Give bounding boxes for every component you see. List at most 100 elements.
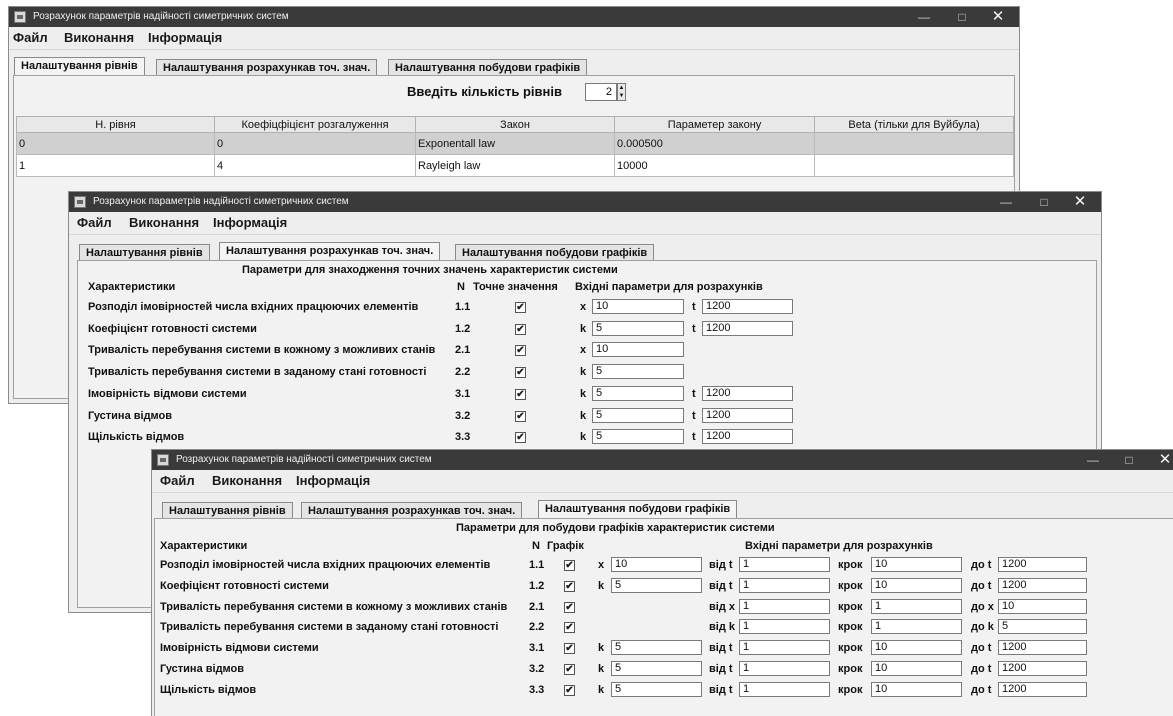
title-bar[interactable]: Розрахунок параметрів надійності симетри… (9, 7, 1019, 27)
from-input[interactable]: 1 (739, 598, 830, 614)
step-input[interactable]: 10 (871, 681, 962, 697)
graph-checkbox[interactable]: ✔ (564, 560, 575, 571)
to-input[interactable]: 1200 (998, 661, 1087, 676)
exact-checkbox[interactable]: ✔ (515, 367, 526, 379)
graph-checkbox[interactable]: ✔ (564, 622, 575, 634)
time-input[interactable]: 1200 (702, 320, 793, 336)
table-cell[interactable]: Rayleigh law (415, 154, 615, 177)
column-header[interactable]: Н. рівня (16, 116, 215, 133)
menu-file[interactable]: Файл (13, 30, 48, 45)
menu-run[interactable]: Виконання (129, 215, 199, 230)
to-input[interactable]: 1200 (998, 577, 1087, 593)
minimize-button[interactable]: — (907, 7, 941, 27)
table-cell[interactable]: 1 (16, 154, 215, 177)
param-input[interactable]: 5 (592, 407, 684, 423)
param-input[interactable]: 5 (611, 640, 702, 656)
column-header[interactable]: Параметер закону (614, 116, 815, 133)
graph-checkbox[interactable]: ✔ (564, 664, 575, 675)
param-input[interactable]: 5 (592, 320, 684, 336)
menu-info[interactable]: Інформація (148, 30, 222, 45)
maximize-button[interactable]: □ (945, 7, 979, 27)
exact-checkbox[interactable]: ✔ (515, 302, 526, 313)
tab-levels[interactable]: Налаштування рівнів (162, 502, 293, 519)
tab-levels[interactable]: Налаштування рівнів (14, 57, 145, 76)
tab-exact[interactable]: Налаштування розрахункав точ. знач. (156, 59, 378, 76)
table-cell[interactable]: 0.000500 (614, 132, 815, 155)
from-input[interactable]: 1 (739, 661, 830, 676)
menu-file[interactable]: Файл (77, 215, 112, 230)
column-header[interactable]: Закон (415, 116, 615, 133)
table-row[interactable]: 1 4 Rayleigh law 10000 (16, 154, 1014, 177)
tab-graphs[interactable]: Налаштування побудови графіків (538, 500, 738, 519)
menu-run[interactable]: Виконання (212, 473, 282, 488)
tab-graphs[interactable]: Налаштування побудови графіків (455, 244, 655, 261)
tab-exact[interactable]: Налаштування розрахункав точ. знач. (301, 502, 523, 519)
time-input[interactable]: 1200 (702, 429, 793, 445)
table-cell[interactable]: 4 (214, 154, 416, 177)
param-input[interactable]: 5 (611, 577, 702, 593)
from-input[interactable]: 1 (739, 681, 830, 697)
close-button[interactable]: ✕ (1148, 450, 1173, 470)
from-input[interactable]: 1 (739, 577, 830, 593)
param-input[interactable]: 10 (611, 557, 702, 572)
exact-checkbox[interactable]: ✔ (515, 432, 526, 444)
table-cell[interactable]: 0 (16, 132, 215, 155)
to-input[interactable]: 1200 (998, 681, 1087, 697)
step-input[interactable]: 10 (871, 640, 962, 656)
table-cell[interactable]: Exponentall law (415, 132, 615, 155)
table-cell[interactable] (814, 132, 1014, 155)
close-button[interactable]: ✕ (981, 7, 1015, 27)
to-input[interactable]: 1200 (998, 557, 1087, 572)
param-input[interactable]: 5 (611, 661, 702, 676)
tab-exact[interactable]: Налаштування розрахункав точ. знач. (219, 242, 441, 261)
to-input[interactable]: 1200 (998, 640, 1087, 656)
exact-checkbox[interactable]: ✔ (515, 323, 526, 335)
maximize-button[interactable]: □ (1112, 450, 1146, 470)
close-button[interactable]: ✕ (1063, 192, 1097, 212)
levels-count-spinner[interactable]: 2 (585, 83, 617, 101)
menu-file[interactable]: Файл (160, 473, 195, 488)
title-bar[interactable]: Розрахунок параметрів надійності симетри… (69, 192, 1101, 212)
menu-info[interactable]: Інформація (296, 473, 370, 488)
step-input[interactable]: 1 (871, 619, 962, 635)
step-input[interactable]: 1 (871, 598, 962, 614)
column-header[interactable]: Beta (тільки для Вуйбула) (814, 116, 1014, 133)
tab-levels[interactable]: Налаштування рівнів (79, 244, 210, 261)
exact-checkbox[interactable]: ✔ (515, 388, 526, 400)
time-input[interactable]: 1200 (702, 299, 793, 314)
step-input[interactable]: 10 (871, 661, 962, 676)
graph-checkbox[interactable]: ✔ (564, 643, 575, 655)
from-input[interactable]: 1 (739, 619, 830, 635)
table-row[interactable]: 0 0 Exponentall law 0.000500 (16, 132, 1014, 155)
from-input[interactable]: 1 (739, 640, 830, 656)
to-input[interactable]: 10 (998, 598, 1087, 614)
to-input[interactable]: 5 (998, 619, 1087, 635)
menu-run[interactable]: Виконання (64, 30, 134, 45)
param-input[interactable]: 5 (611, 681, 702, 697)
param-input[interactable]: 5 (592, 385, 684, 401)
column-header[interactable]: Коефіцфіцієнт розгалуження (214, 116, 416, 133)
param-input[interactable]: 5 (592, 364, 684, 380)
exact-checkbox[interactable]: ✔ (515, 345, 526, 357)
param-input[interactable]: 10 (592, 299, 684, 314)
from-input[interactable]: 1 (739, 557, 830, 572)
param-input[interactable]: 10 (592, 342, 684, 358)
graph-checkbox[interactable]: ✔ (564, 580, 575, 592)
maximize-button[interactable]: □ (1027, 192, 1061, 212)
time-input[interactable]: 1200 (702, 385, 793, 401)
graph-checkbox[interactable]: ✔ (564, 601, 575, 613)
step-input[interactable]: 10 (871, 577, 962, 593)
minimize-button[interactable]: — (1076, 450, 1110, 470)
title-bar[interactable]: Розрахунок параметрів надійності симетри… (152, 450, 1173, 470)
param-input[interactable]: 5 (592, 429, 684, 445)
minimize-button[interactable]: — (989, 192, 1023, 212)
exact-checkbox[interactable]: ✔ (515, 410, 526, 422)
tab-graphs[interactable]: Налаштування побудови графіків (388, 59, 588, 76)
time-input[interactable]: 1200 (702, 407, 793, 423)
step-input[interactable]: 10 (871, 557, 962, 572)
graph-checkbox[interactable]: ✔ (564, 684, 575, 696)
table-cell[interactable]: 10000 (614, 154, 815, 177)
table-cell[interactable] (814, 154, 1014, 177)
table-cell[interactable]: 0 (214, 132, 416, 155)
spinner-arrows[interactable]: ▲ ▼ (617, 83, 626, 101)
